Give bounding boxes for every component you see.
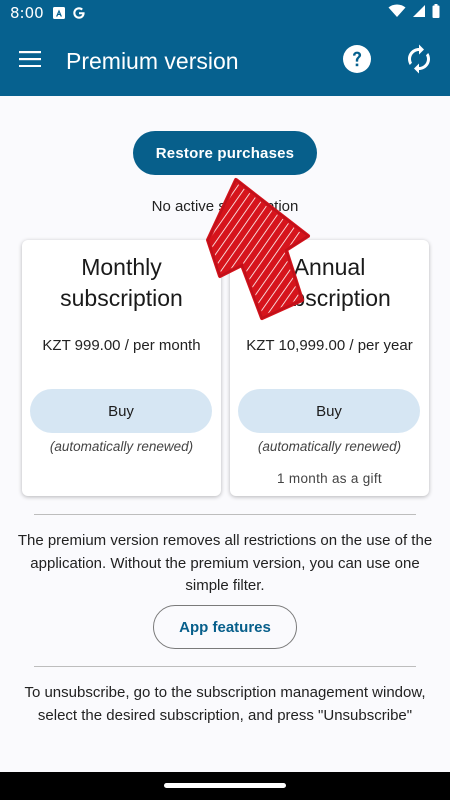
unsubscribe-instructions: To unsubscribe, go to the subscription m… (24, 684, 426, 724)
card-title: Monthly subscription (60, 254, 183, 311)
subscription-status: No active subscription (151, 198, 299, 215)
monthly-subscription-card: Monthly subscription KZT 999.00 / per mo… (22, 240, 221, 496)
app-bar: Premium version (0, 26, 450, 96)
divider (34, 514, 416, 515)
app-features-button[interactable]: App features (153, 605, 297, 649)
buy-monthly-button[interactable]: Buy (30, 389, 212, 433)
restore-purchases-button[interactable]: Restore purchases (133, 131, 317, 175)
card-title: Annual subscription (268, 254, 391, 311)
annual-subscription-card: Annual subscription KZT 10,999.00 / per … (230, 240, 429, 496)
navigation-bar (0, 772, 450, 800)
card-note: (automatically renewed) (257, 439, 402, 454)
help-button[interactable] (326, 26, 388, 96)
card-price: KZT 999.00 / per month (42, 337, 201, 354)
status-bar: 8:00 (0, 0, 450, 26)
sync-button[interactable] (388, 26, 450, 96)
buy-annual-button[interactable]: Buy (238, 389, 420, 433)
page-title: Premium version (66, 47, 239, 74)
signal-icon (412, 4, 426, 22)
card-note: (automatically renewed) (49, 439, 194, 454)
menu-icon (19, 50, 41, 72)
premium-description: The premium version removes all restrict… (17, 532, 433, 594)
status-time: 8:00 (10, 4, 44, 22)
sync-icon (405, 44, 433, 79)
notification-a-icon (52, 6, 66, 20)
home-handle[interactable] (164, 783, 286, 788)
help-icon (342, 44, 372, 79)
google-g-icon (72, 6, 86, 20)
gift-note: 1 month as a gift (277, 471, 382, 486)
menu-button[interactable] (0, 26, 60, 96)
wifi-icon (388, 4, 406, 22)
battery-icon (432, 4, 440, 22)
card-price: KZT 10,999.00 / per year (246, 337, 413, 354)
divider (34, 666, 416, 667)
